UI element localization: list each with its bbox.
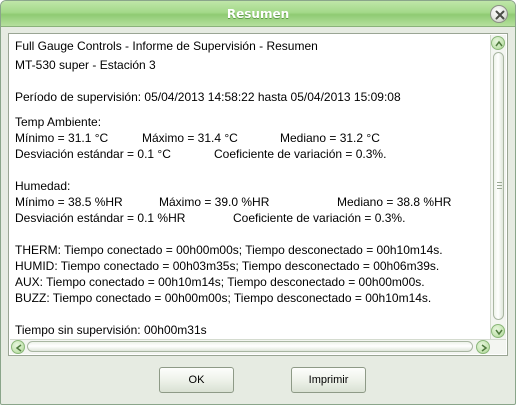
output-buzz: BUZZ: Tiempo conectado = 00h00m00s; Tiem… xyxy=(15,291,432,305)
close-button[interactable] xyxy=(490,5,508,23)
arrow-left-icon xyxy=(15,344,22,352)
horizontal-scrollbar[interactable] xyxy=(10,339,506,354)
humidity-heading: Humedad: xyxy=(15,179,71,193)
arrow-up-icon xyxy=(495,40,503,47)
scroll-left-button[interactable] xyxy=(11,340,25,354)
report-header-line1: Full Gauge Controls - Informe de Supervi… xyxy=(15,39,318,53)
supervision-period: Período de supervisión: 05/04/2013 14:58… xyxy=(15,90,401,104)
horizontal-scroll-thumb[interactable] xyxy=(27,341,473,352)
output-aux: AUX: Tiempo conectado = 00h10m14s; Tiemp… xyxy=(15,275,425,289)
grip-line xyxy=(497,182,502,183)
vertical-scroll-thumb[interactable] xyxy=(493,52,504,320)
report-text-box[interactable]: Full Gauge Controls - Informe de Supervi… xyxy=(8,33,508,356)
humidity-min: Mínimo = 38.5 %HR xyxy=(15,195,123,209)
humidity-median: Mediano = 38.8 %HR xyxy=(337,195,452,209)
vertical-scrollbar[interactable] xyxy=(490,35,506,340)
unsupervised-time: Tiempo sin supervisión: 00h00m31s xyxy=(15,323,207,337)
ok-button[interactable]: OK xyxy=(159,367,234,393)
humidity-cv: Coeficiente de variación = 0.3%. xyxy=(233,211,406,225)
output-therm: THERM: Tiempo conectado = 00h00m00s; Tie… xyxy=(15,243,443,257)
print-button[interactable]: Imprimir xyxy=(291,367,366,393)
scroll-down-button[interactable] xyxy=(491,324,505,338)
temp-stddev: Desviación estándar = 0.1 °C xyxy=(15,147,171,161)
summary-dialog: Resumen Full Gauge Controls - Informe de… xyxy=(0,0,516,405)
arrow-right-icon xyxy=(481,344,488,352)
humidity-stddev: Desviación estándar = 0.1 %HR xyxy=(15,211,186,225)
scroll-up-button[interactable] xyxy=(491,36,505,50)
temp-heading: Temp Ambiente: xyxy=(15,115,102,129)
temp-cv: Coeficiente de variación = 0.3%. xyxy=(214,147,387,161)
temp-max: Máximo = 31.4 °C xyxy=(142,131,238,145)
humidity-max: Máximo = 39.0 %HR xyxy=(159,195,270,209)
grip-line xyxy=(497,185,502,186)
temp-min: Mínimo = 31.1 °C xyxy=(15,131,109,145)
window-title: Resumen xyxy=(226,7,290,21)
report-text: Full Gauge Controls - Informe de Supervi… xyxy=(12,36,490,339)
report-header-line2: MT-530 super - Estación 3 xyxy=(15,58,156,72)
output-humid: HUMID: Tiempo conectado = 00h03m35s; Tie… xyxy=(15,259,440,273)
arrow-down-icon xyxy=(495,329,503,336)
scroll-right-button[interactable] xyxy=(476,340,490,354)
temp-median: Mediano = 31.2 °C xyxy=(280,131,380,145)
title-bar[interactable]: Resumen xyxy=(1,1,515,27)
grip-line xyxy=(497,188,502,189)
close-icon xyxy=(495,10,505,20)
